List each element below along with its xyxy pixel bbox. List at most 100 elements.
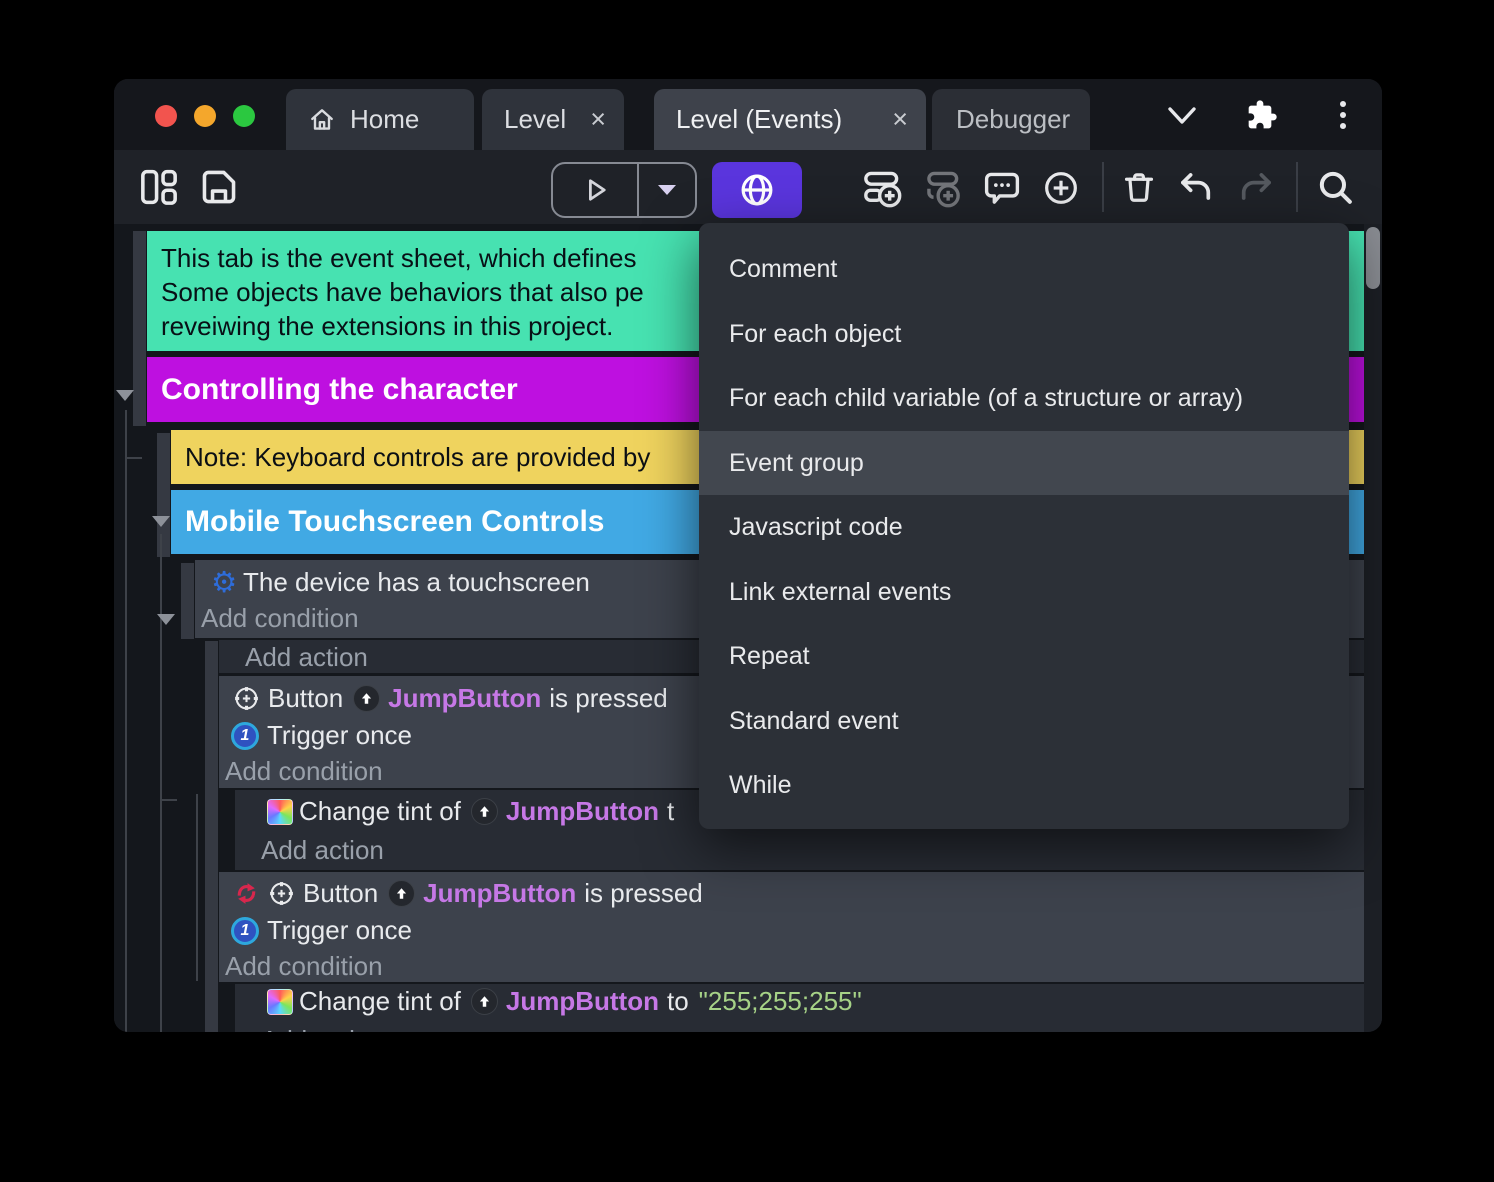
add-event-button[interactable] xyxy=(862,168,902,208)
add-plus-button[interactable] xyxy=(1042,169,1080,207)
globe-icon xyxy=(739,172,775,208)
condition-text: The device has a touchscreen xyxy=(243,567,590,597)
toolbar-separator xyxy=(1102,162,1104,212)
menu-item-javascript-code[interactable]: Javascript code xyxy=(699,495,1349,560)
jumpbutton-arrow-icon xyxy=(470,798,498,825)
scrollbar-track[interactable] xyxy=(1364,224,1382,1032)
collapse-triangle[interactable] xyxy=(152,516,170,527)
undo-button[interactable] xyxy=(1176,168,1216,208)
jumpbutton-arrow-icon xyxy=(353,685,381,712)
dropdown-caret-icon xyxy=(658,185,676,195)
tint-color-icon xyxy=(267,798,293,825)
preview-button-group xyxy=(551,162,697,218)
tab-debugger[interactable]: Debugger xyxy=(932,89,1090,150)
menu-item-repeat[interactable]: Repeat xyxy=(699,624,1349,689)
tab-level-events-label: Level (Events) xyxy=(676,104,843,134)
menu-item-for-each-child-variable[interactable]: For each child variable (of a structure … xyxy=(699,366,1349,431)
indent-strip xyxy=(133,231,146,426)
indent-guide-line xyxy=(125,410,127,1032)
tab-level[interactable]: Level × xyxy=(482,89,624,150)
collapse-triangle[interactable] xyxy=(116,390,134,401)
action-suffix: to xyxy=(666,986,689,1016)
object-name: JumpButton xyxy=(505,796,659,826)
tint-color-icon xyxy=(267,988,293,1015)
action-text: Change tint of xyxy=(299,796,461,826)
condition-object-word: Button xyxy=(268,683,344,713)
delete-button[interactable] xyxy=(1120,168,1158,208)
condition-text: Trigger once xyxy=(267,720,412,750)
touch-gear-icon: ⚙ xyxy=(211,565,237,599)
chevron-down-icon[interactable] xyxy=(1166,105,1198,127)
tab-debugger-label: Debugger xyxy=(956,104,1071,134)
indent-strip xyxy=(205,641,218,1032)
indent-guide-line xyxy=(160,534,162,1032)
home-icon xyxy=(308,106,336,134)
button-object-icon xyxy=(233,685,260,712)
object-name: JumpButton xyxy=(423,878,577,908)
trigger-once-icon: 1 xyxy=(231,721,259,750)
indent-strip xyxy=(181,563,194,639)
titlebar: Home Level × Level (Events) × Debugger xyxy=(114,79,1382,150)
button-object-icon xyxy=(268,880,295,907)
menu-item-link-external-events[interactable]: Link external events xyxy=(699,560,1349,625)
add-condition-link[interactable]: Add condition xyxy=(219,946,1364,982)
condition-text: Trigger once xyxy=(267,915,412,945)
jumpbutton-arrow-icon xyxy=(470,988,498,1015)
tab-level-label: Level xyxy=(504,104,567,134)
search-button[interactable] xyxy=(1316,168,1356,208)
tab-home-label: Home xyxy=(350,104,420,134)
indent-strip xyxy=(157,433,170,557)
condition-suffix: is pressed xyxy=(549,683,668,713)
redo-button[interactable] xyxy=(1236,168,1276,208)
add-action-link[interactable]: Add action xyxy=(235,1017,1364,1032)
app-window: Home Level × Level (Events) × Debugger T… xyxy=(114,79,1382,1032)
close-icon[interactable]: × xyxy=(892,106,908,133)
note-text: Note: Keyboard controls are provided by xyxy=(185,441,651,472)
invert-condition-icon xyxy=(233,880,260,907)
condition-suffix: is pressed xyxy=(584,878,703,908)
save-button[interactable] xyxy=(198,166,240,208)
add-subevent-button[interactable] xyxy=(922,168,962,208)
actions-area[interactable]: Change tint of JumpButton to "255;255;25… xyxy=(235,984,1364,1032)
menu-item-comment[interactable]: Comment xyxy=(699,237,1349,302)
preview-remote-globe-button[interactable] xyxy=(712,162,802,218)
add-comment-button[interactable] xyxy=(982,169,1022,209)
scrollbar-thumb[interactable] xyxy=(1366,227,1380,289)
toolbar xyxy=(114,150,1382,224)
action-suffix: t xyxy=(666,796,675,826)
jumpbutton-arrow-icon xyxy=(388,880,416,907)
group-title: Mobile Touchscreen Controls xyxy=(185,505,605,538)
menu-item-while[interactable]: While xyxy=(699,753,1349,818)
maximize-traffic-light[interactable] xyxy=(233,105,255,127)
object-name: JumpButton xyxy=(505,986,659,1016)
action-string-value: "255;255;255" xyxy=(698,986,862,1016)
indent-guide-line xyxy=(196,794,198,981)
indent-guide-line xyxy=(161,799,177,801)
menu-item-standard-event[interactable]: Standard event xyxy=(699,689,1349,754)
toolbar-separator xyxy=(1296,162,1298,212)
collapse-triangle[interactable] xyxy=(157,614,175,625)
indent-guide-line xyxy=(126,457,142,459)
menu-item-event-group[interactable]: Event group xyxy=(699,430,1349,495)
tab-home[interactable]: Home xyxy=(286,89,474,150)
play-icon xyxy=(580,175,610,205)
action-text: Change tint of xyxy=(299,986,461,1016)
trigger-once-icon: 1 xyxy=(231,916,259,945)
close-traffic-light[interactable] xyxy=(155,105,177,127)
condition-object-word: Button xyxy=(303,878,379,908)
add-action-link[interactable]: Add action xyxy=(235,827,1364,866)
close-icon[interactable]: × xyxy=(590,106,606,133)
panels-layout-button[interactable] xyxy=(138,166,180,208)
play-preview-button[interactable] xyxy=(553,164,637,216)
kebab-menu-icon[interactable] xyxy=(1340,101,1346,129)
object-name: JumpButton xyxy=(388,683,542,713)
preview-dropdown-button[interactable] xyxy=(639,164,695,216)
screen: { "titlebar": { "tabs": { "home": "Home"… xyxy=(0,0,1494,1182)
puzzle-addons-icon[interactable] xyxy=(1246,99,1278,131)
tab-level-events[interactable]: Level (Events) × xyxy=(654,89,926,150)
add-event-context-menu: Comment For each object For each child v… xyxy=(699,223,1349,829)
event-jumpbutton-pressed-inverted[interactable]: Button JumpButton is pressed 1 Trigger o… xyxy=(219,872,1364,982)
group-title: Controlling the character xyxy=(161,372,518,406)
minimize-traffic-light[interactable] xyxy=(194,105,216,127)
menu-item-for-each-object[interactable]: For each object xyxy=(699,302,1349,367)
